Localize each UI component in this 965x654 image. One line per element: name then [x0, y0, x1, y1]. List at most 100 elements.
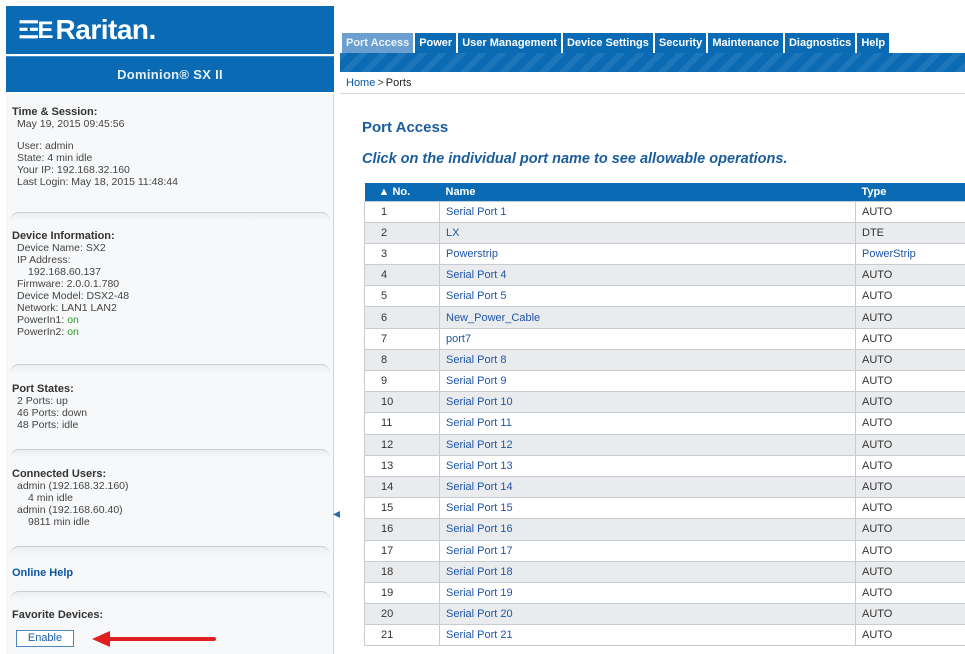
port-type: AUTO	[855, 348, 965, 372]
tab-user-management[interactable]: User Management	[458, 33, 561, 53]
port-number: 13	[364, 454, 440, 477]
port-name-link[interactable]: Serial Port 20	[439, 603, 856, 626]
port-number: 11	[364, 412, 440, 435]
table-header-row: ▲ No. Name Type	[364, 183, 965, 201]
port-name-link[interactable]: Serial Port 11	[439, 412, 856, 435]
tab-maintenance[interactable]: Maintenance	[708, 33, 783, 53]
table-row: 9 Serial Port 9 AUTO	[364, 369, 965, 393]
table-row: 13 Serial Port 13 AUTO	[364, 454, 965, 477]
powerin2-label: PowerIn2:	[17, 326, 65, 338]
port-number: 3	[364, 242, 440, 266]
port-type: AUTO	[855, 433, 965, 456]
port-type: AUTO	[855, 327, 965, 350]
ip-address-value: 192.168.60.137	[28, 266, 101, 278]
connected-users-title: Connected Users:	[12, 468, 107, 480]
port-name-link[interactable]: Serial Port 5	[439, 285, 856, 308]
port-name-link[interactable]: Serial Port 10	[439, 391, 856, 414]
port-type: AUTO	[855, 624, 965, 647]
port-name-link[interactable]: Serial Port 21	[439, 624, 856, 647]
port-type: AUTO	[855, 497, 965, 520]
port-number: 9	[364, 369, 440, 393]
section-divider	[10, 449, 330, 458]
connected-users-section: Connected Users: admin (192.168.32.160) …	[6, 468, 334, 528]
table-row: 11 Serial Port 11 AUTO	[364, 412, 965, 435]
port-name-link[interactable]: New_Power_Cable	[439, 306, 856, 329]
port-number: 21	[364, 624, 440, 647]
port-name-link[interactable]: Serial Port 16	[439, 518, 856, 541]
port-name-link[interactable]: Serial Port 19	[439, 581, 856, 605]
device-info-section: Device Information: Device Name: SX2 IP …	[6, 230, 334, 338]
table-row: 18 Serial Port 18 AUTO	[364, 560, 965, 583]
section-divider	[10, 591, 330, 600]
enable-favorites-button[interactable]: Enable	[16, 630, 74, 647]
port-name-link[interactable]: Serial Port 17	[439, 539, 856, 562]
tab-diagnostics[interactable]: Diagnostics	[784, 33, 856, 53]
powerin1-value: on	[67, 314, 79, 326]
port-number: 16	[364, 518, 440, 541]
time-session-section: Time & Session: May 19, 2015 09:45:56 Us…	[6, 106, 334, 188]
tab-power[interactable]: Power	[415, 33, 457, 53]
port-name-link[interactable]: Serial Port 8	[439, 348, 856, 372]
table-row: 6 New_Power_Cable AUTO	[364, 306, 965, 329]
table-row: 20 Serial Port 20 AUTO	[364, 603, 965, 626]
port-name-link[interactable]: Serial Port 14	[439, 475, 856, 499]
main-nav-tabs: Port Access Power User Management Device…	[342, 33, 891, 53]
powerin1-status: PowerIn1: on	[12, 314, 334, 326]
powerin2-value: on	[67, 326, 79, 338]
sidebar: Time & Session: May 19, 2015 09:45:56 Us…	[6, 94, 334, 654]
ports-up: 2 Ports: up	[17, 395, 68, 407]
column-header-type[interactable]: Type	[855, 183, 965, 201]
port-number: 15	[364, 497, 440, 520]
port-number: 19	[364, 581, 440, 605]
raritan-logo: ☲E Raritan.	[6, 6, 334, 54]
port-name-link[interactable]: Serial Port 1	[439, 200, 856, 223]
online-help-section: Online Help	[6, 567, 334, 579]
port-name-link[interactable]: Powerstrip	[439, 242, 856, 266]
powerin2-status: PowerIn2: on	[12, 326, 334, 338]
tab-port-access[interactable]: Port Access	[342, 33, 414, 53]
port-number: 18	[364, 560, 440, 583]
page-title: Port Access	[362, 119, 449, 136]
breadcrumb-current: Ports	[385, 76, 412, 89]
product-name: Dominion® SX II	[117, 67, 223, 82]
port-number: 7	[364, 327, 440, 350]
device-name: Device Name: SX2	[17, 242, 106, 254]
port-type: AUTO	[855, 518, 965, 541]
port-name-link[interactable]: Serial Port 18	[439, 560, 856, 583]
port-number: 2	[364, 221, 440, 244]
tab-device-settings[interactable]: Device Settings	[562, 33, 653, 53]
tab-help[interactable]: Help	[857, 33, 890, 53]
breadcrumb-home-link[interactable]: Home	[346, 77, 375, 89]
port-number: 20	[364, 603, 440, 626]
table-row: 4 Serial Port 4 AUTO	[364, 264, 965, 287]
device-model: Device Model: DSX2-48	[17, 290, 130, 302]
firmware-version: Firmware: 2.0.0.1.780	[17, 278, 120, 290]
port-name-link[interactable]: Serial Port 12	[439, 433, 856, 456]
table-row: 16 Serial Port 16 AUTO	[364, 518, 965, 541]
port-name-link[interactable]: Serial Port 9	[439, 369, 856, 393]
port-type: AUTO	[855, 285, 965, 308]
last-login: Last Login: May 18, 2015 11:48:44	[17, 176, 178, 188]
table-row: 2 LX DTE	[364, 221, 965, 244]
column-header-no[interactable]: ▲ No.	[364, 183, 440, 201]
table-row: 12 Serial Port 12 AUTO	[364, 433, 965, 456]
table-row: 10 Serial Port 10 AUTO	[364, 391, 965, 414]
port-name-link[interactable]: LX	[439, 221, 856, 244]
port-type: AUTO	[855, 200, 965, 223]
section-divider	[10, 546, 330, 555]
port-type: AUTO	[855, 391, 965, 414]
ports-table: ▲ No. Name Type 1 Serial Port 1 AUTO 2 L…	[364, 183, 965, 647]
table-row: 17 Serial Port 17 AUTO	[364, 539, 965, 562]
port-number: 8	[364, 348, 440, 372]
port-name-link[interactable]: Serial Port 13	[439, 454, 856, 477]
ports-down: 46 Ports: down	[17, 407, 88, 419]
network-status: Network: LAN1 LAN2	[17, 302, 117, 314]
column-header-name[interactable]: Name	[439, 183, 856, 201]
port-name-link[interactable]: port7	[439, 327, 856, 350]
port-name-link[interactable]: Serial Port 15	[439, 497, 856, 520]
port-name-link[interactable]: Serial Port 4	[439, 264, 856, 287]
port-type: DTE	[855, 221, 965, 244]
table-row: 3 Powerstrip PowerStrip	[364, 242, 965, 266]
tab-security[interactable]: Security	[654, 33, 707, 53]
online-help-link[interactable]: Online Help	[12, 567, 73, 579]
